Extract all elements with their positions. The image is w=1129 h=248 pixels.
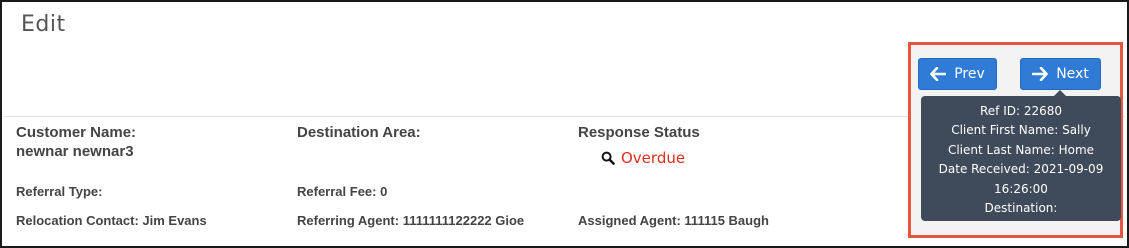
- edit-panel: Edit Customer Name: newnar newnar3 Desti…: [0, 0, 1129, 248]
- relocation-contact: Relocation Contact: Jim Evans: [16, 213, 207, 228]
- response-status: Overdue: [601, 149, 685, 167]
- tooltip-date-received: Date Received: 2021-09-09: [938, 162, 1104, 177]
- prev-button-label: Prev: [954, 66, 985, 82]
- search-icon[interactable]: [601, 151, 615, 165]
- referral-type-label: Referral Type:: [16, 184, 103, 199]
- next-button[interactable]: Next: [1020, 58, 1101, 90]
- tooltip-client-first-name: Client First Name: Sally: [951, 123, 1091, 138]
- status-badge: Overdue: [621, 149, 686, 167]
- tooltip-client-last-name: Client Last Name: Home: [947, 142, 1095, 157]
- arrow-left-icon: [930, 67, 947, 81]
- assigned-agent: Assigned Agent: 111115 Baugh: [578, 213, 769, 228]
- response-status-label: Response Status: [578, 124, 700, 141]
- page-title: Edit: [21, 12, 66, 37]
- customer-name-label: Customer Name:: [16, 124, 137, 141]
- tooltip-ref-id: Ref ID: 22680: [979, 104, 1063, 118]
- tooltip-destination: Destination:: [984, 201, 1058, 216]
- tooltip: Ref ID: 22680 Client First Name: Sally C…: [921, 96, 1121, 221]
- prev-button[interactable]: Prev: [918, 58, 997, 90]
- referral-fee-label: Referral Fee: 0: [297, 184, 388, 199]
- referring-agent: Referring Agent: 1111111122222 Gioe: [297, 213, 525, 228]
- tooltip-time-received: 16:26:00: [994, 181, 1048, 196]
- arrow-right-icon: [1032, 67, 1048, 81]
- customer-name-value: newnar newnar3: [16, 143, 134, 160]
- next-button-label: Next: [1056, 66, 1089, 82]
- destination-area-label: Destination Area:: [297, 124, 421, 141]
